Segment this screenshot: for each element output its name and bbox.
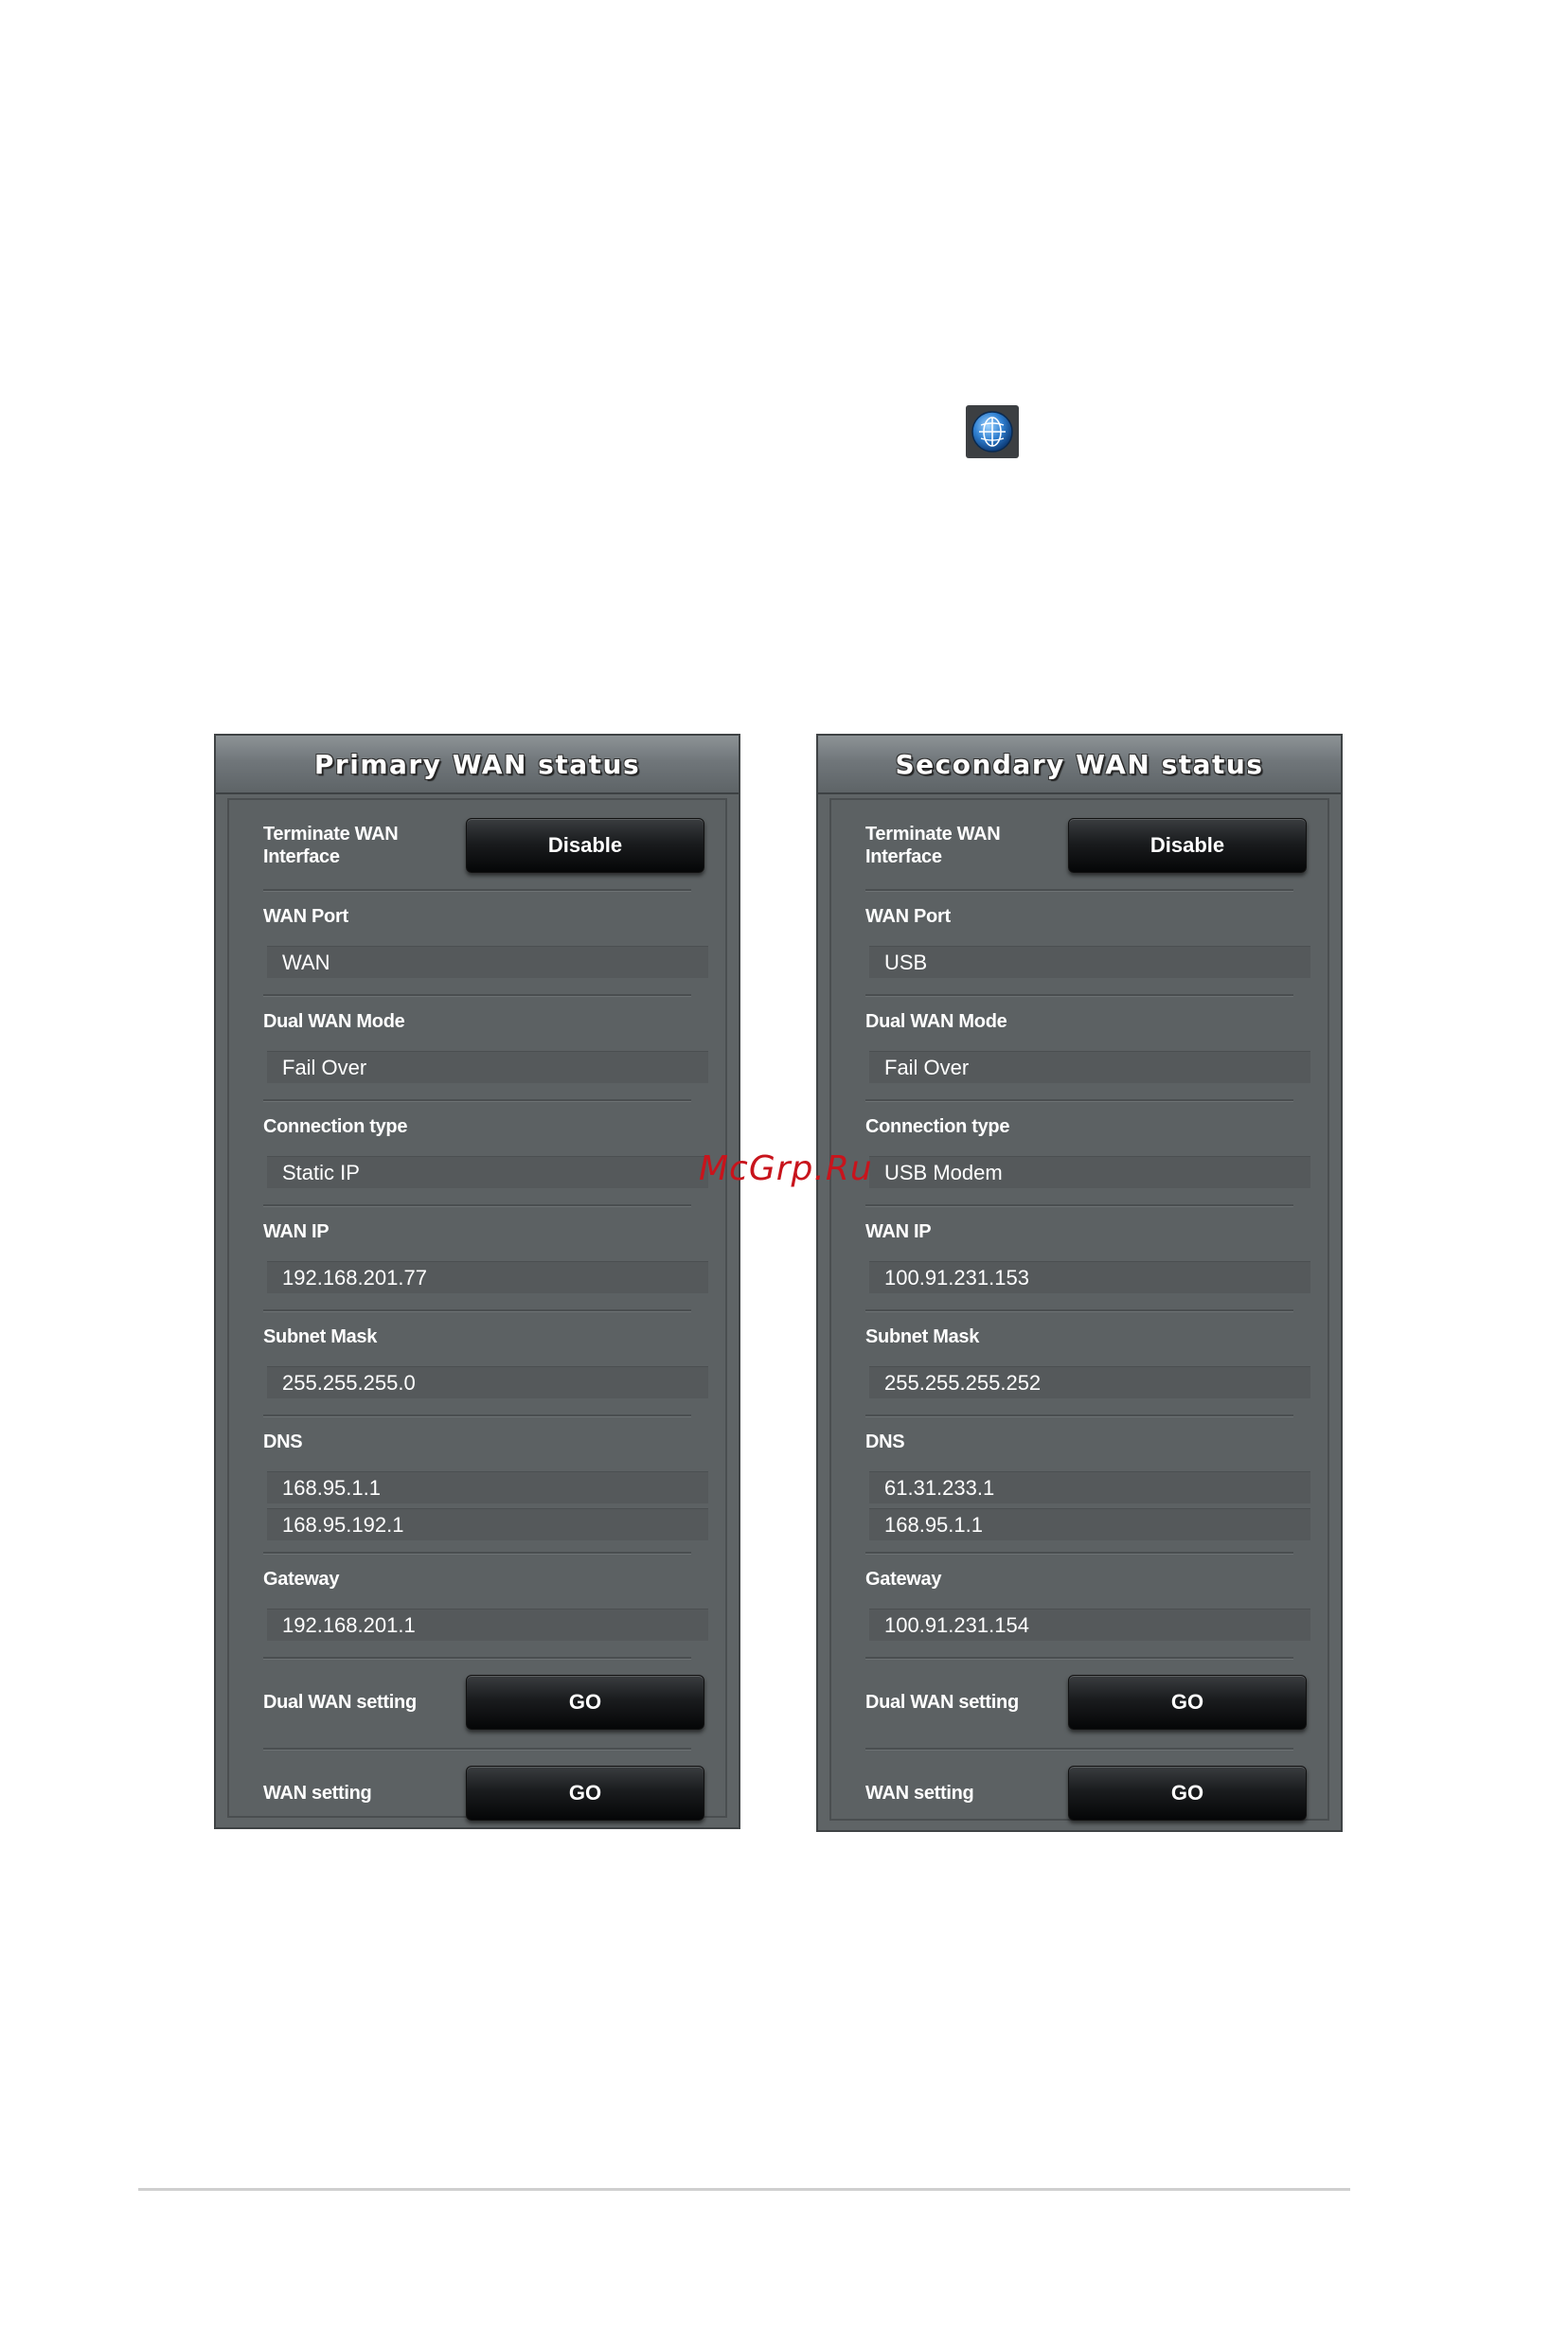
row-divider (865, 1099, 1293, 1102)
wan-setting-button[interactable]: GO (466, 1766, 704, 1821)
gateway-value: 192.168.201.1 (267, 1609, 708, 1641)
secondary-wan-status-panel: Secondary WAN status Terminate WAN Inter… (816, 734, 1343, 1832)
row-divider (865, 1552, 1293, 1555)
dual-wan-mode-label: Dual WAN Mode (263, 1011, 405, 1032)
wan-ip-value: 192.168.201.77 (267, 1261, 708, 1293)
dns-label: DNS (865, 1432, 905, 1452)
terminate-wan-interface-row: Terminate WAN Interface Disable (831, 800, 1327, 891)
row-divider (865, 994, 1293, 997)
dual-wan-setting-row: Dual WAN setting GO (831, 1657, 1327, 1748)
wan-port-value: USB (869, 946, 1310, 978)
dns-label: DNS (263, 1432, 303, 1452)
dual-wan-mode-label: Dual WAN Mode (865, 1011, 1007, 1032)
dns-value: 168.95.1.1 (267, 1471, 708, 1503)
panel-header: Primary WAN status (216, 736, 739, 794)
dual-wan-setting-label: Dual WAN setting (263, 1692, 417, 1713)
subnet-mask-label: Subnet Mask (263, 1326, 378, 1347)
connection-type-value: Static IP (267, 1156, 708, 1188)
row-divider (865, 889, 1293, 892)
wan-port-label: WAN Port (865, 906, 951, 927)
terminate-wan-interface-button[interactable]: Disable (466, 818, 704, 873)
dual-wan-mode-value: Fail Over (267, 1051, 708, 1083)
row-divider (263, 1414, 691, 1417)
connection-type-value: USB Modem (869, 1156, 1310, 1188)
terminate-wan-interface-label: Terminate WAN Interface (263, 824, 399, 867)
dual-wan-mode-value: Fail Over (869, 1051, 1310, 1083)
wan-ip-label: WAN IP (865, 1221, 932, 1242)
connection-type-label: Connection type (263, 1116, 408, 1137)
row-divider (865, 1309, 1293, 1312)
watermark: McGrp.Ru (699, 1149, 873, 1188)
primary-wan-status-panel: Primary WAN status Terminate WAN Interfa… (214, 734, 740, 1829)
wan-ip-value: 100.91.231.153 (869, 1261, 1310, 1293)
subnet-mask-value: 255.255.255.0 (267, 1366, 708, 1398)
panel-body: Terminate WAN Interface Disable WAN Port US… (829, 798, 1329, 1821)
wan-setting-button[interactable]: GO (1068, 1766, 1307, 1821)
panel-header: Secondary WAN status (818, 736, 1341, 794)
row-divider (263, 1309, 691, 1312)
row-divider (263, 889, 691, 892)
gateway-value: 100.91.231.154 (869, 1609, 1310, 1641)
terminate-wan-interface-row: Terminate WAN Interface Disable (229, 800, 725, 891)
panel-body: Terminate WAN Interface Disable WAN Port WA… (227, 798, 727, 1821)
dual-wan-setting-row: Dual WAN setting GO (229, 1657, 725, 1748)
dns-value: 168.95.1.1 (869, 1508, 1310, 1540)
terminate-wan-interface-label: Terminate WAN Interface (865, 824, 1001, 867)
dns-value: 168.95.192.1 (267, 1508, 708, 1540)
terminate-wan-interface-button[interactable]: Disable (1068, 818, 1307, 873)
row-divider (263, 994, 691, 997)
row-divider (263, 1099, 691, 1102)
gateway-label: Gateway (865, 1569, 942, 1590)
connection-type-label: Connection type (865, 1116, 1010, 1137)
row-divider (263, 1204, 691, 1207)
row-divider (865, 1414, 1293, 1417)
wan-setting-label: WAN setting (263, 1783, 372, 1804)
dual-wan-setting-button[interactable]: GO (466, 1675, 704, 1730)
panel-title: Secondary WAN status (895, 748, 1264, 780)
subnet-mask-value: 255.255.255.252 (869, 1366, 1310, 1398)
row-divider (263, 1552, 691, 1555)
row-divider (865, 1204, 1293, 1207)
dual-wan-setting-label: Dual WAN setting (865, 1692, 1019, 1713)
wan-port-label: WAN Port (263, 906, 348, 927)
footer-divider (138, 2188, 1350, 2191)
subnet-mask-label: Subnet Mask (865, 1326, 980, 1347)
wan-setting-label: WAN setting (865, 1783, 974, 1804)
wan-setting-row: WAN setting GO (831, 1748, 1327, 1839)
gateway-label: Gateway (263, 1569, 340, 1590)
wan-port-value: WAN (267, 946, 708, 978)
dual-wan-setting-button[interactable]: GO (1068, 1675, 1307, 1730)
wan-ip-label: WAN IP (263, 1221, 330, 1242)
wan-setting-row: WAN setting GO (229, 1748, 725, 1839)
dns-value: 61.31.233.1 (869, 1471, 1310, 1503)
panel-title: Primary WAN status (313, 748, 641, 780)
globe-icon[interactable] (966, 405, 1019, 458)
